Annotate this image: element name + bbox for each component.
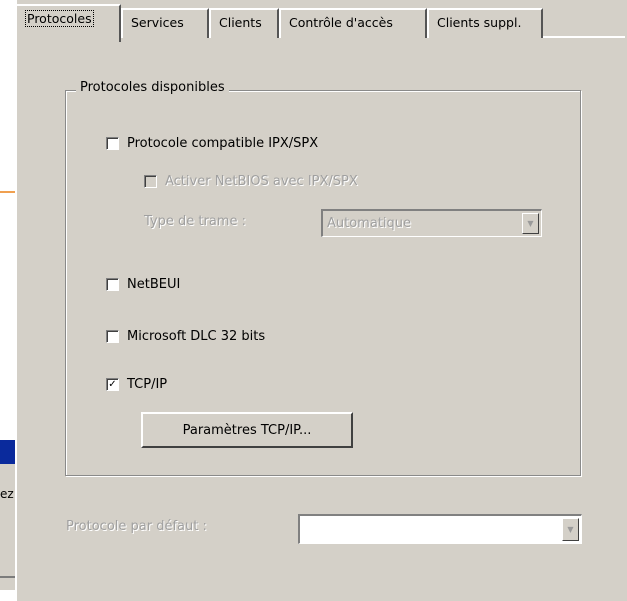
ipx-spx-checkbox[interactable]: Protocole compatible IPX/SPX (106, 134, 318, 152)
frame-type-value: Automatique (327, 216, 412, 231)
checkbox-label: Protocole compatible IPX/SPX (127, 135, 319, 151)
checkbox-box (106, 329, 119, 343)
checkmark-icon: ✓ (106, 377, 119, 391)
tab-label: Services (131, 15, 184, 30)
checkbox-label: Activer NetBIOS avec IPX/SPX (165, 173, 358, 189)
checkbox-box (106, 136, 119, 150)
netbios-checkbox[interactable]: Activer NetBIOS avec IPX/SPX (144, 172, 358, 190)
chevron-down-icon[interactable]: ▼ (522, 213, 539, 234)
tab-clients[interactable]: Clients (209, 8, 279, 38)
tcpip-settings-button[interactable]: Paramètres TCP/IP... (141, 412, 353, 448)
checkbox-label: NetBEUI (127, 276, 181, 292)
default-protocol-label: Protocole par défaut : (66, 519, 207, 534)
tcpip-checkbox[interactable]: ✓ TCP/IP (106, 375, 167, 393)
tab-protocoles[interactable]: Protocoles (15, 4, 121, 42)
checkbox-label: TCP/IP (127, 376, 168, 392)
chevron-down-icon[interactable]: ▼ (562, 518, 579, 541)
tab-label: Clients suppl. (437, 15, 522, 30)
tab-label: Protocoles (25, 10, 94, 27)
tab-access-control[interactable]: Contrôle d'accès (279, 8, 427, 38)
background-window-text: ez (0, 487, 14, 501)
frame-type-label: Type de trame : (144, 214, 246, 229)
tab-label: Contrôle d'accès (289, 15, 393, 30)
tab-label: Clients (219, 15, 262, 30)
tab-extra-clients[interactable]: Clients suppl. (427, 8, 543, 38)
frame-type-select[interactable]: Automatique ▼ (321, 209, 542, 237)
checkbox-label: Microsoft DLC 32 bits (127, 328, 266, 344)
default-protocol-select[interactable]: ▼ (298, 514, 582, 544)
group-title: Protocoles disponibles (76, 80, 229, 95)
dlc-checkbox[interactable]: Microsoft DLC 32 bits (106, 327, 265, 345)
tab-services[interactable]: Services (121, 8, 209, 38)
netbeui-checkbox[interactable]: NetBEUI (106, 275, 180, 293)
checkbox-box (106, 277, 119, 291)
checkbox-box (144, 174, 157, 188)
button-label: Paramètres TCP/IP... (182, 422, 312, 438)
